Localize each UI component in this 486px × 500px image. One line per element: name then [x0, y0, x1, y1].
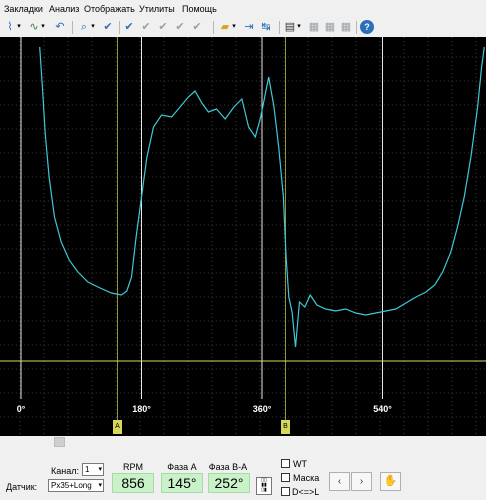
channel-label: Канал:: [51, 466, 79, 476]
wt-checkbox[interactable]: [281, 459, 290, 468]
check-double-icon[interactable]: ✔: [122, 20, 136, 34]
menu-bookmarks[interactable]: Закладки: [4, 4, 43, 14]
toolbar-separator: [119, 21, 120, 34]
dropdown-arrow-icon[interactable]: ▾: [296, 20, 302, 34]
dropdown-arrow-icon[interactable]: ▾: [40, 20, 46, 34]
degree-marker-label: 540°: [373, 404, 392, 414]
chevron-right-icon: ›: [359, 476, 364, 487]
folder-open-icon[interactable]: ▰: [218, 20, 232, 34]
sensor-label: Датчик:: [6, 482, 38, 492]
undo-icon[interactable]: ↶: [53, 20, 67, 34]
phase-ba-readout: 252°: [208, 473, 250, 493]
toolbar-separator: [72, 21, 73, 34]
menu-view[interactable]: Отображать: [84, 4, 135, 14]
toolbar-separator: [279, 21, 280, 34]
degree-markers: 0° 180° 360° 540°: [17, 37, 392, 420]
dropdown-arrow-icon[interactable]: ▾: [16, 20, 22, 34]
sensor-select[interactable]: Px35+Long ▾: [48, 479, 104, 492]
phase-a-label: Фаза А: [167, 462, 197, 472]
rpm-label: RPM: [123, 462, 143, 472]
menu-bar: Закладки Анализ Отображать Утилиты Помощ…: [0, 0, 486, 18]
wt-label: WT: [293, 459, 307, 469]
channel-value: 1: [85, 465, 90, 474]
check-icon[interactable]: ✔: [101, 20, 115, 34]
grid-icon[interactable]: ▦: [307, 20, 321, 34]
degree-marker-label: 360°: [253, 404, 272, 414]
degree-marker-label: 180°: [132, 404, 151, 414]
cursor-b-marker[interactable]: B: [281, 420, 290, 434]
oscilloscope-display[interactable]: 0° 180° 360° 540° A B: [0, 37, 486, 436]
toolbar: ⌇ ▾ ∿ ▾ ↶ ⌕ ▾ ✔ ✔ ✔ ✔ ✔ ✔ ▰ ▾ ⇥ ↹ ▤ ▾ ▦ …: [0, 18, 486, 38]
toolbar-separator: [213, 21, 214, 34]
horizontal-scrollbar[interactable]: [0, 436, 486, 448]
mask-checkbox[interactable]: [281, 473, 290, 482]
cursor-a-label: A: [115, 423, 120, 430]
rpm-readout: 856: [112, 473, 154, 493]
dl-label: D<=>L: [292, 487, 320, 497]
next-button[interactable]: ›: [351, 472, 372, 491]
hand-tool-button[interactable]: ✋: [380, 472, 401, 491]
zoom-icon[interactable]: ⌕: [77, 20, 91, 34]
chevron-down-icon: ▾: [98, 466, 102, 473]
waveform-chart: 0° 180° 360° 540° A B: [0, 37, 486, 436]
check-hex-icon[interactable]: ✔: [190, 20, 204, 34]
phase-ba-label: Фаза В-А: [208, 462, 248, 472]
chevron-down-icon: ▾: [98, 482, 102, 489]
cursor-right-icon[interactable]: ⇥: [242, 20, 256, 34]
help-icon[interactable]: ?: [360, 20, 374, 34]
cursor-b-label: B: [283, 423, 288, 430]
check-triple-icon[interactable]: ✔: [139, 20, 153, 34]
hand-icon: ✋: [383, 475, 398, 487]
dropdown-arrow-icon[interactable]: ▾: [231, 20, 237, 34]
menu-analysis[interactable]: Анализ: [49, 4, 79, 14]
window-icon[interactable]: ▤: [283, 20, 297, 34]
scope-grid: [0, 37, 486, 436]
mask-label: Маска: [293, 473, 320, 483]
check-quad-icon[interactable]: ✔: [156, 20, 170, 34]
chevron-left-icon: ‹: [337, 476, 342, 487]
toolbar-separator: [356, 21, 357, 34]
bottom-panel: Канал: 1 ▾ Датчик: Px35+Long ▾ RPM 856 Фаз…: [0, 448, 486, 500]
channel-select[interactable]: 1 ▾: [82, 463, 104, 476]
phase-a-readout: 145°: [161, 473, 203, 493]
dwell-bar-icon[interactable]: ▯▯ ▮▮ ▯▮: [256, 477, 272, 495]
dl-checkbox[interactable]: [281, 487, 290, 496]
cursor-split-icon[interactable]: ↹: [259, 20, 273, 34]
waveform-icon[interactable]: ⌇: [3, 20, 17, 34]
prev-button[interactable]: ‹: [329, 472, 350, 491]
menu-help[interactable]: Помощь: [182, 4, 217, 14]
cursor-a-marker[interactable]: A: [113, 420, 122, 434]
degree-marker-label: 0°: [17, 404, 26, 414]
menu-utilities[interactable]: Утилиты: [139, 4, 175, 14]
waveform-alt-icon[interactable]: ∿: [27, 20, 41, 34]
grid-alt-icon[interactable]: ▦: [323, 20, 337, 34]
scrollbar-thumb[interactable]: [54, 437, 65, 447]
check-quint-icon[interactable]: ✔: [173, 20, 187, 34]
dropdown-arrow-icon[interactable]: ▾: [90, 20, 96, 34]
sensor-value: Px35+Long: [51, 481, 92, 490]
grid-off-icon[interactable]: ▦: [339, 20, 353, 34]
